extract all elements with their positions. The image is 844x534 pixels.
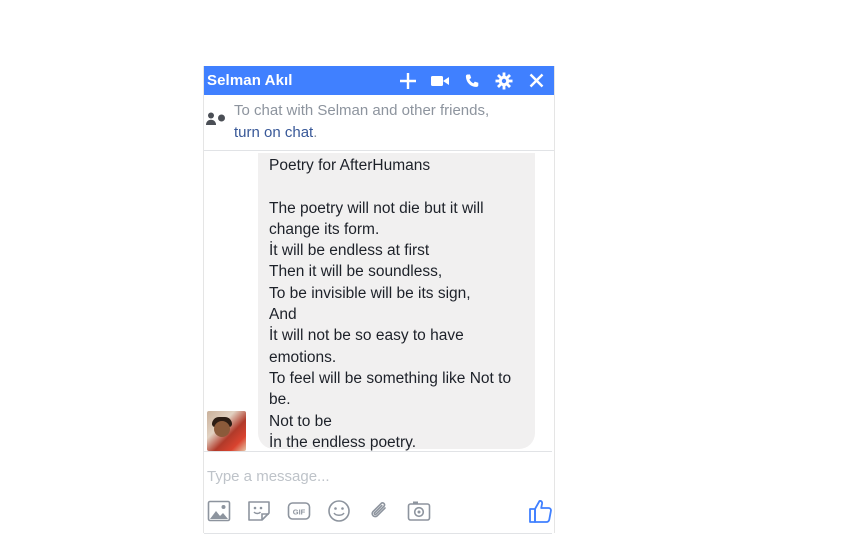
thumbs-up-icon[interactable] bbox=[528, 498, 554, 524]
camera-icon[interactable] bbox=[406, 498, 432, 524]
chat-title[interactable]: Selman Akıl bbox=[207, 72, 293, 89]
turn-on-chat-link[interactable]: turn on chat bbox=[234, 124, 313, 141]
gif-icon[interactable]: GIF bbox=[286, 498, 312, 524]
close-icon[interactable] bbox=[521, 68, 551, 94]
video-call-icon[interactable] bbox=[425, 68, 455, 94]
gear-icon[interactable] bbox=[489, 68, 519, 94]
title-actions bbox=[393, 68, 551, 94]
sticker-icon[interactable] bbox=[246, 498, 272, 524]
people-icon bbox=[206, 112, 225, 125]
chat-off-notice: To chat with Selman and other friends, t… bbox=[204, 95, 554, 151]
notice-text: To chat with Selman and other friends, t… bbox=[234, 100, 489, 144]
composer-toolbar: GIF bbox=[206, 498, 552, 526]
phone-icon[interactable] bbox=[457, 68, 487, 94]
avatar[interactable] bbox=[207, 411, 246, 451]
composer: GIF bbox=[204, 451, 552, 534]
message-bubble: Poetry for AfterHumans The poetry will n… bbox=[258, 153, 535, 451]
chat-titlebar[interactable]: Selman Akıl bbox=[204, 66, 554, 95]
message-list[interactable]: Poetry for AfterHumans The poetry will n… bbox=[204, 153, 552, 451]
attachment-icon[interactable] bbox=[366, 498, 392, 524]
message-input[interactable] bbox=[207, 462, 537, 490]
image-icon[interactable] bbox=[206, 498, 232, 524]
chat-window: Selman Akıl To chat with Selman and othe bbox=[203, 66, 555, 534]
emoji-icon[interactable] bbox=[326, 498, 352, 524]
svg-text:GIF: GIF bbox=[293, 508, 306, 517]
avatar-face bbox=[214, 421, 230, 437]
notice-suffix: . bbox=[313, 124, 318, 141]
add-icon[interactable] bbox=[393, 68, 423, 94]
notice-message: To chat with Selman and other friends, bbox=[234, 102, 490, 119]
